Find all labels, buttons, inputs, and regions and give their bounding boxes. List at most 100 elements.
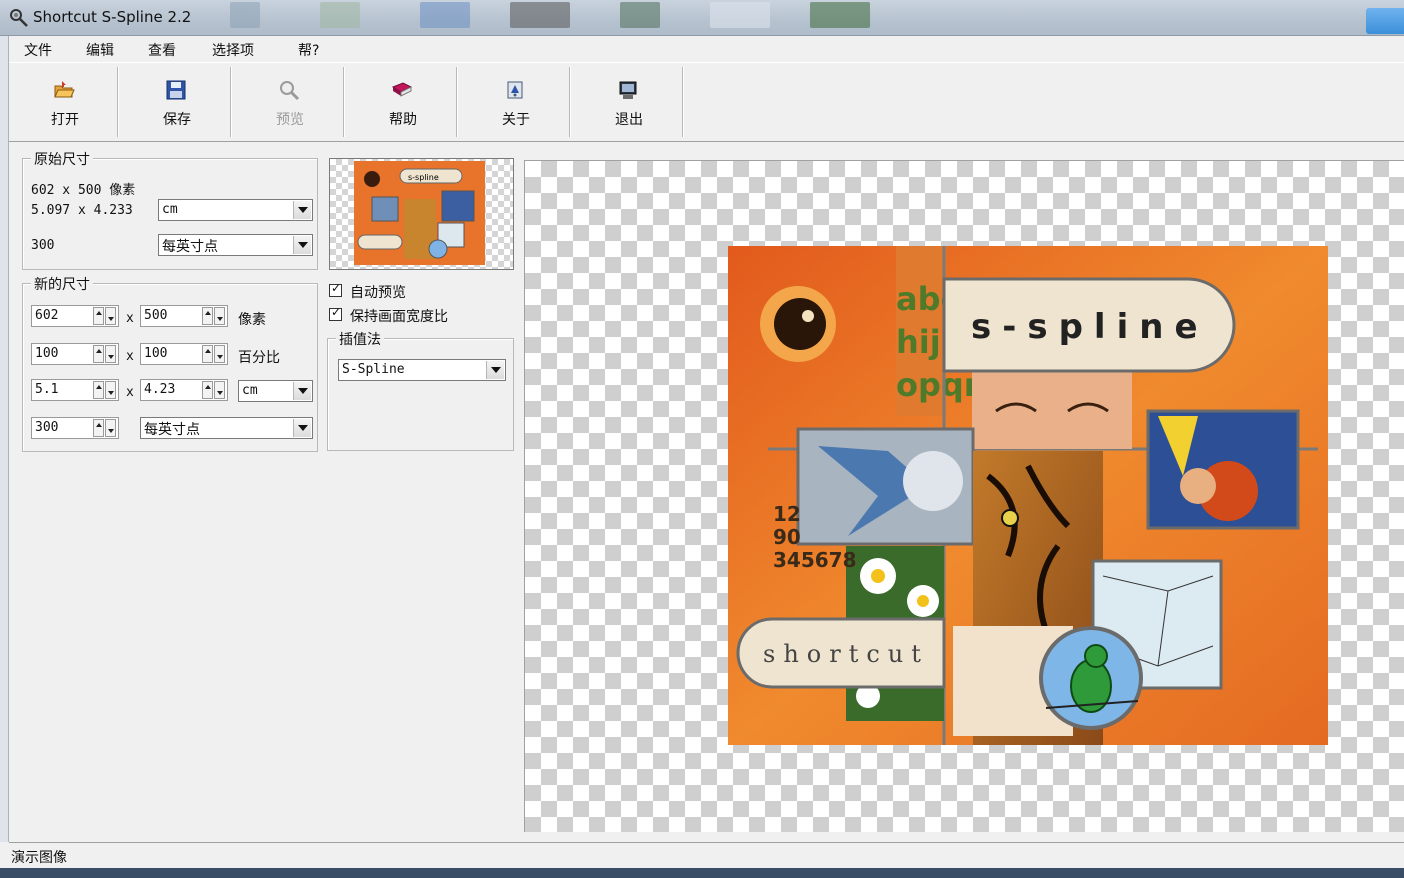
height-percent-spinner[interactable]: 100 [140,343,228,365]
auto-preview-label: 自动预览 [350,285,406,301]
keep-aspect-checkbox[interactable] [329,305,342,321]
new-size-group: 新的尺寸 602 x 500 像素 100 x 100 百分比 5.1 x 4.… [22,274,318,452]
spin-up-icon[interactable] [202,345,213,363]
artwork-digits-3: 345678 [773,548,857,572]
height-unit-value: 4.23 [144,382,176,397]
height-pixels-spinner[interactable]: 500 [140,305,228,327]
artwork-letters-2: hij [896,323,941,361]
spin-down-icon[interactable] [105,419,116,437]
original-unit-select[interactable]: cm [158,199,313,221]
about-icon [507,81,523,99]
interpolation-select[interactable]: S-Spline [338,359,506,381]
chevron-down-icon[interactable] [293,201,311,219]
background-window-thumb [230,2,260,28]
save-label: 保存 [163,112,191,128]
artwork-digits-2: 90 [773,525,801,549]
chevron-down-icon[interactable] [293,382,311,400]
interpolation-group: 插值法 S-Spline [327,329,514,451]
artwork-logo-text: shortcut [763,640,929,668]
width-pixels-value: 602 [35,308,59,323]
toolbar: 打开 保存 预览 帮助 关于 退出 [9,62,1404,142]
menu-options[interactable]: 选择项 [212,40,254,60]
save-button[interactable]: 保存 [121,67,233,137]
thumbnail-preview[interactable]: s-spline [329,158,514,270]
spin-up-icon[interactable] [202,381,213,399]
new-resolution-spinner[interactable]: 300 [31,417,119,439]
about-label: 关于 [502,112,530,128]
width-percent-value: 100 [35,346,59,361]
menu-help[interactable]: 帮? [298,40,319,60]
auto-preview-checkbox[interactable] [329,281,342,297]
times-sign: x [126,385,134,400]
spin-down-icon[interactable] [105,345,116,363]
height-unit-spinner[interactable]: 4.23 [140,379,228,401]
help-button[interactable]: 帮助 [347,67,459,137]
preview-pane[interactable]: abc hij opqr s-spline 12 90 345678 short… [524,160,1404,832]
chevron-down-icon[interactable] [293,419,311,437]
magnifier-icon [280,81,300,101]
spin-up-icon[interactable] [93,381,104,399]
toolbar-separator [230,67,232,137]
background-window-thumb [420,2,470,28]
interpolation-value: S-Spline [342,362,405,377]
original-resolution: 300 [31,238,55,253]
spin-up-icon[interactable] [202,307,213,325]
toolbar-separator [456,67,458,137]
toolbar-separator [682,67,684,137]
spinner-buttons[interactable] [202,381,226,399]
background-window-thumb [320,2,360,28]
about-button[interactable]: 关于 [460,67,572,137]
spinner-buttons[interactable] [93,381,117,399]
spin-down-icon[interactable] [214,345,225,363]
original-pixels: 602 x 500 像素 [31,183,136,198]
spinner-buttons[interactable] [202,307,226,325]
spin-down-icon[interactable] [214,381,225,399]
spin-down-icon[interactable] [105,381,116,399]
new-unit-select[interactable]: cm [238,380,313,402]
open-folder-icon [54,81,75,98]
preview-image: abc hij opqr s-spline 12 90 345678 short… [728,246,1328,745]
spin-down-icon[interactable] [105,307,116,325]
preview-button[interactable]: 预览 [234,67,346,137]
original-size-group: 原始尺寸 602 x 500 像素 5.097 x 4.233 cm 300 每… [22,149,318,270]
spin-up-icon[interactable] [93,307,104,325]
original-resolution-unit-select[interactable]: 每英寸点 [158,234,313,256]
width-unit-spinner[interactable]: 5.1 [31,379,119,401]
spin-up-icon[interactable] [93,419,104,437]
status-text: 演示图像 [11,850,67,866]
toolbar-separator [343,67,345,137]
spin-down-icon[interactable] [214,307,225,325]
spinner-buttons[interactable] [93,307,117,325]
width-percent-spinner[interactable]: 100 [31,343,119,365]
spinner-buttons[interactable] [93,345,117,363]
menu-edit[interactable]: 编辑 [86,40,114,60]
status-bar: 演示图像 [9,842,1404,868]
keep-aspect-label: 保持画面宽度比 [350,309,448,325]
original-resolution-unit-value: 每英寸点 [162,239,218,255]
open-button[interactable]: 打开 [9,67,121,137]
background-window-thumb [510,2,570,28]
original-size-title: 原始尺寸 [31,149,93,169]
window-title: Shortcut S-Spline 2.2 [33,8,192,26]
times-sign: x [126,311,134,326]
new-resolution-value: 300 [35,420,59,435]
open-label: 打开 [51,112,79,128]
close-button[interactable] [1366,8,1404,34]
original-physical: 5.097 x 4.233 [31,203,133,218]
menu-file[interactable]: 文件 [24,40,52,60]
spin-up-icon[interactable] [93,345,104,363]
title-bar: Shortcut S-Spline 2.2 [0,0,1404,36]
toolbar-separator [117,67,119,137]
chevron-down-icon[interactable] [293,236,311,254]
menu-view[interactable]: 查看 [148,40,176,60]
spinner-buttons[interactable] [202,345,226,363]
new-resolution-unit-value: 每英寸点 [144,422,200,438]
width-pixels-spinner[interactable]: 602 [31,305,119,327]
pixels-label: 像素 [238,312,266,328]
exit-button[interactable]: 退出 [573,67,685,137]
chevron-down-icon[interactable] [486,361,504,379]
thumbnail-artwork: s-spline [354,161,485,265]
new-resolution-unit-select[interactable]: 每英寸点 [140,417,313,439]
thumbnail-brand-text: s-spline [408,173,439,182]
spinner-buttons[interactable] [93,419,117,437]
